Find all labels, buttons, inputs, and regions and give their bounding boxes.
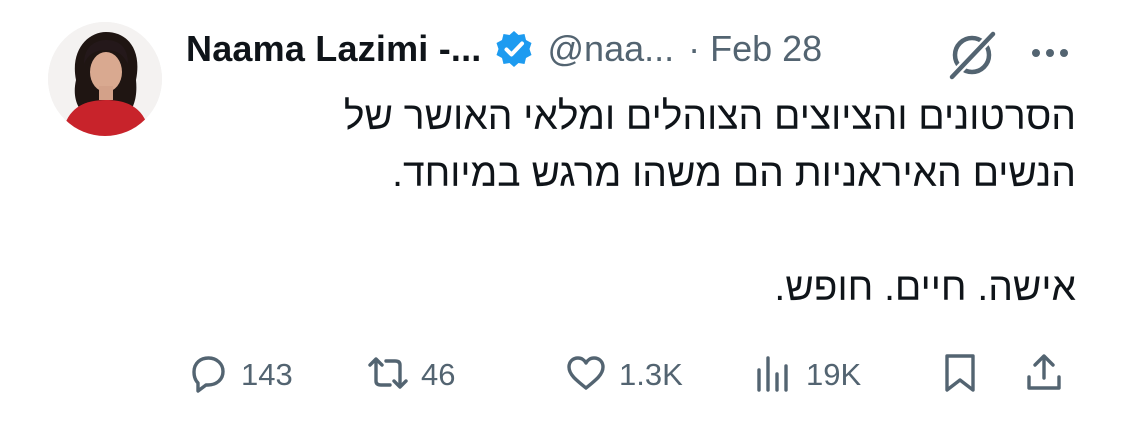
views-button[interactable]: 19K xyxy=(750,350,861,400)
tweet-line: הנשים האיראניות הם משהו מרגש במיוחד. xyxy=(392,152,1076,195)
grok-icon[interactable] xyxy=(944,27,1000,83)
like-button[interactable]: 1.3K xyxy=(563,350,683,400)
author-name[interactable]: Naama Lazimi -... xyxy=(186,28,482,70)
views-count: 19K xyxy=(806,357,862,392)
separator-dot: · xyxy=(688,28,701,69)
tweet-line: הסרטונים והציוצים הצוהלים ומלאי האושר של xyxy=(343,95,1076,138)
share-icon xyxy=(1021,350,1067,401)
tweet-text: הסרטונים והציוצים הצוהלים ומלאי האושר של… xyxy=(186,88,1076,316)
reply-button[interactable]: 143 xyxy=(185,350,293,400)
repost-icon xyxy=(365,350,411,401)
like-count: 1.3K xyxy=(619,357,683,392)
paragraph-break xyxy=(186,202,1076,259)
views-icon xyxy=(750,350,796,401)
bookmark-button[interactable] xyxy=(937,350,983,400)
more-icon[interactable] xyxy=(1026,33,1074,73)
bookmark-icon xyxy=(937,350,983,401)
like-icon xyxy=(563,350,609,401)
repost-count: 46 xyxy=(421,357,456,392)
share-button[interactable] xyxy=(1021,350,1067,400)
action-bar: 143 46 1.3K 19K xyxy=(185,350,1075,400)
tweet-date[interactable]: Feb 28 xyxy=(710,28,822,70)
avatar[interactable] xyxy=(48,22,162,136)
tweet-line: אישה. חיים. חופש. xyxy=(774,266,1076,309)
verified-badge-icon xyxy=(494,29,534,69)
reply-count: 143 xyxy=(241,357,293,392)
repost-button[interactable]: 46 xyxy=(365,350,455,400)
avatar-image xyxy=(48,22,162,136)
reply-icon xyxy=(185,350,231,401)
author-handle[interactable]: @naa... xyxy=(548,28,675,70)
